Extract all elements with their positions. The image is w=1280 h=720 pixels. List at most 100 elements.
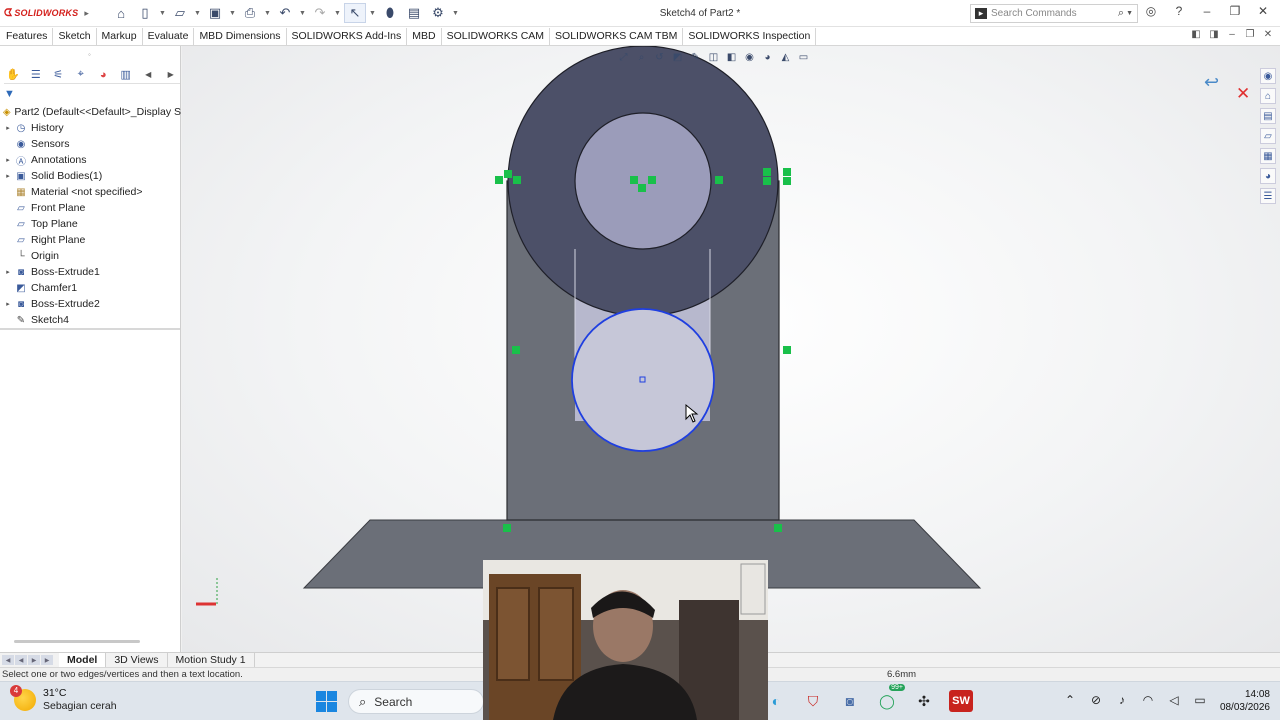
select-pointer-icon[interactable]: ↖: [344, 3, 366, 23]
relation-marker[interactable]: [504, 170, 512, 178]
tree-item-origin[interactable]: └ Origin: [0, 248, 181, 264]
wifi-icon[interactable]: ◠: [1140, 693, 1156, 707]
restore-icon[interactable]: ❐: [1226, 4, 1244, 18]
print-icon[interactable]: ⎙: [239, 3, 261, 23]
tile-right-icon[interactable]: ◨: [1208, 29, 1220, 40]
doc-close-icon[interactable]: ✕: [1262, 29, 1274, 40]
tree-item-solid-bodies[interactable]: ▸ ▣ Solid Bodies(1): [0, 168, 181, 184]
tab-mbd[interactable]: MBD: [407, 27, 442, 45]
relation-marker[interactable]: [503, 524, 511, 532]
new-document-icon[interactable]: ▯: [134, 3, 156, 23]
chevron-down-icon[interactable]: ▼: [298, 10, 307, 17]
camera-icon[interactable]: ◙: [838, 690, 862, 712]
tab-evaluate[interactable]: Evaluate: [143, 27, 195, 45]
chevron-left-icon[interactable]: ◀: [139, 67, 158, 83]
tree-item-chamfer1[interactable]: ◩ Chamfer1: [0, 280, 181, 296]
solidworks-resources-icon[interactable]: ◉: [1260, 68, 1276, 84]
panel-grip-icon[interactable]: ◦: [88, 50, 91, 59]
search-icon[interactable]: ⌕: [1118, 7, 1124, 20]
tab-solidworks-cam[interactable]: SOLIDWORKS CAM: [442, 27, 551, 45]
first-tab-icon[interactable]: ◀: [2, 655, 14, 665]
configuration-manager-tab-icon[interactable]: ⚟: [49, 67, 68, 83]
minimize-icon[interactable]: –: [1198, 4, 1216, 18]
home-icon[interactable]: ⌂: [1260, 88, 1276, 104]
tree-item-front-plane[interactable]: ▱ Front Plane: [0, 200, 181, 216]
whatsapp-icon[interactable]: ◯ 99+: [875, 684, 905, 712]
close-icon[interactable]: ✕: [1254, 4, 1272, 18]
confirm-exit-sketch-icon[interactable]: ↩: [1204, 72, 1219, 93]
taskbar-clock[interactable]: 14:08 08/03/2026: [1206, 688, 1270, 714]
custom-properties-icon[interactable]: ☰: [1260, 188, 1276, 204]
user-account-icon[interactable]: ◎: [1142, 4, 1160, 18]
relation-marker[interactable]: [783, 177, 791, 185]
last-tab-icon[interactable]: ▶: [41, 655, 53, 665]
relation-marker[interactable]: [763, 168, 771, 176]
view-orientation-icon[interactable]: ◫: [706, 50, 721, 64]
help-icon[interactable]: ?: [1170, 4, 1188, 18]
selected-sketch-circle[interactable]: [571, 308, 715, 452]
chevron-right-icon[interactable]: ▶: [162, 67, 181, 83]
doc-restore-icon[interactable]: ❐: [1244, 29, 1256, 40]
tab-mbd-dimensions[interactable]: MBD Dimensions: [194, 27, 287, 45]
tree-item-annotations[interactable]: ▸ Ⓐ Annotations: [0, 152, 181, 168]
relation-marker[interactable]: [638, 184, 646, 192]
chevron-down-icon[interactable]: ▼: [368, 10, 377, 17]
edit-appearance-icon[interactable]: ◕: [760, 50, 775, 64]
display-style-icon[interactable]: ◧: [724, 50, 739, 64]
relation-marker[interactable]: [630, 176, 638, 184]
appearances-icon[interactable]: ◕: [1260, 168, 1276, 184]
next-tab-icon[interactable]: ▶: [28, 655, 40, 665]
search-commands-box[interactable]: ▸ Search Commands ⌕ ▼: [970, 4, 1138, 23]
horizontal-scrollbar[interactable]: [14, 640, 140, 643]
view-settings-icon[interactable]: ▭: [796, 50, 811, 64]
relation-marker[interactable]: [774, 524, 782, 532]
mcafee-shield-icon[interactable]: ⛉: [801, 690, 825, 712]
relation-marker[interactable]: [648, 176, 656, 184]
apply-scene-icon[interactable]: ◭: [778, 50, 793, 64]
zoom-to-fit-icon[interactable]: ⤢: [616, 50, 631, 64]
rebuild-icon[interactable]: ⬮: [379, 3, 401, 23]
home-icon[interactable]: ⌂: [110, 3, 132, 23]
tree-item-history[interactable]: ▸ ◷ History: [0, 120, 181, 136]
taskbar-search-box[interactable]: ⌕ Search: [348, 689, 484, 714]
relation-marker[interactable]: [512, 346, 520, 354]
expand-arrow-icon[interactable]: ▸: [4, 172, 12, 180]
tree-item-boss-extrude2[interactable]: ▸ ◙ Boss-Extrude2: [0, 296, 181, 312]
options-gear-icon[interactable]: ⚙: [427, 3, 449, 23]
tree-rollback-bar[interactable]: [0, 328, 180, 330]
search-commands-input[interactable]: Search Commands: [991, 8, 1118, 19]
previous-view-icon[interactable]: ↺: [652, 50, 667, 64]
chevron-down-icon[interactable]: ▼: [158, 10, 167, 17]
relation-marker[interactable]: [783, 346, 791, 354]
taskbar-search-input[interactable]: Search: [374, 695, 412, 709]
tab-solidworks-cam-tbm[interactable]: SOLIDWORKS CAM TBM: [550, 27, 684, 45]
weather-widget[interactable]: 4 31°C Sebagian cerah: [10, 685, 117, 713]
tree-item-sensors[interactable]: ◉ Sensors: [0, 136, 181, 152]
network-off-icon[interactable]: ⊘: [1088, 693, 1104, 707]
display-manager-tab-icon[interactable]: ◕: [94, 67, 113, 83]
tab-sketch[interactable]: Sketch: [53, 27, 97, 45]
prev-tab-icon[interactable]: ◀: [15, 655, 27, 665]
top-hole[interactable]: [574, 112, 712, 250]
cam-manager-tab-icon[interactable]: ▥: [117, 67, 136, 83]
open-folder-icon[interactable]: ▱: [169, 3, 191, 23]
microphone-icon[interactable]: ♪: [1114, 693, 1130, 707]
dimxpert-manager-tab-icon[interactable]: ⌖: [72, 67, 91, 83]
chevron-down-icon[interactable]: ▼: [1126, 10, 1133, 17]
zoom-to-area-icon[interactable]: ⌕: [634, 50, 649, 64]
dynamic-annotation-icon[interactable]: ✎: [688, 50, 703, 64]
expand-arrow-icon[interactable]: ▸: [4, 268, 12, 276]
property-manager-tab-icon[interactable]: ☰: [27, 67, 46, 83]
tab-features[interactable]: Features: [0, 27, 54, 45]
chatgpt-icon[interactable]: ✣: [912, 690, 936, 712]
tree-item-top-plane[interactable]: ▱ Top Plane: [0, 216, 181, 232]
chevron-down-icon[interactable]: ▼: [263, 10, 272, 17]
relation-marker[interactable]: [715, 176, 723, 184]
section-view-icon[interactable]: ◩: [670, 50, 685, 64]
tile-left-icon[interactable]: ◧: [1190, 29, 1202, 40]
tab-solidworks-inspection[interactable]: SOLIDWORKS Inspection: [683, 27, 817, 45]
relation-marker[interactable]: [763, 177, 771, 185]
cancel-sketch-icon[interactable]: ✕: [1236, 84, 1250, 104]
tab-model[interactable]: Model: [59, 653, 107, 667]
relation-marker[interactable]: [513, 176, 521, 184]
